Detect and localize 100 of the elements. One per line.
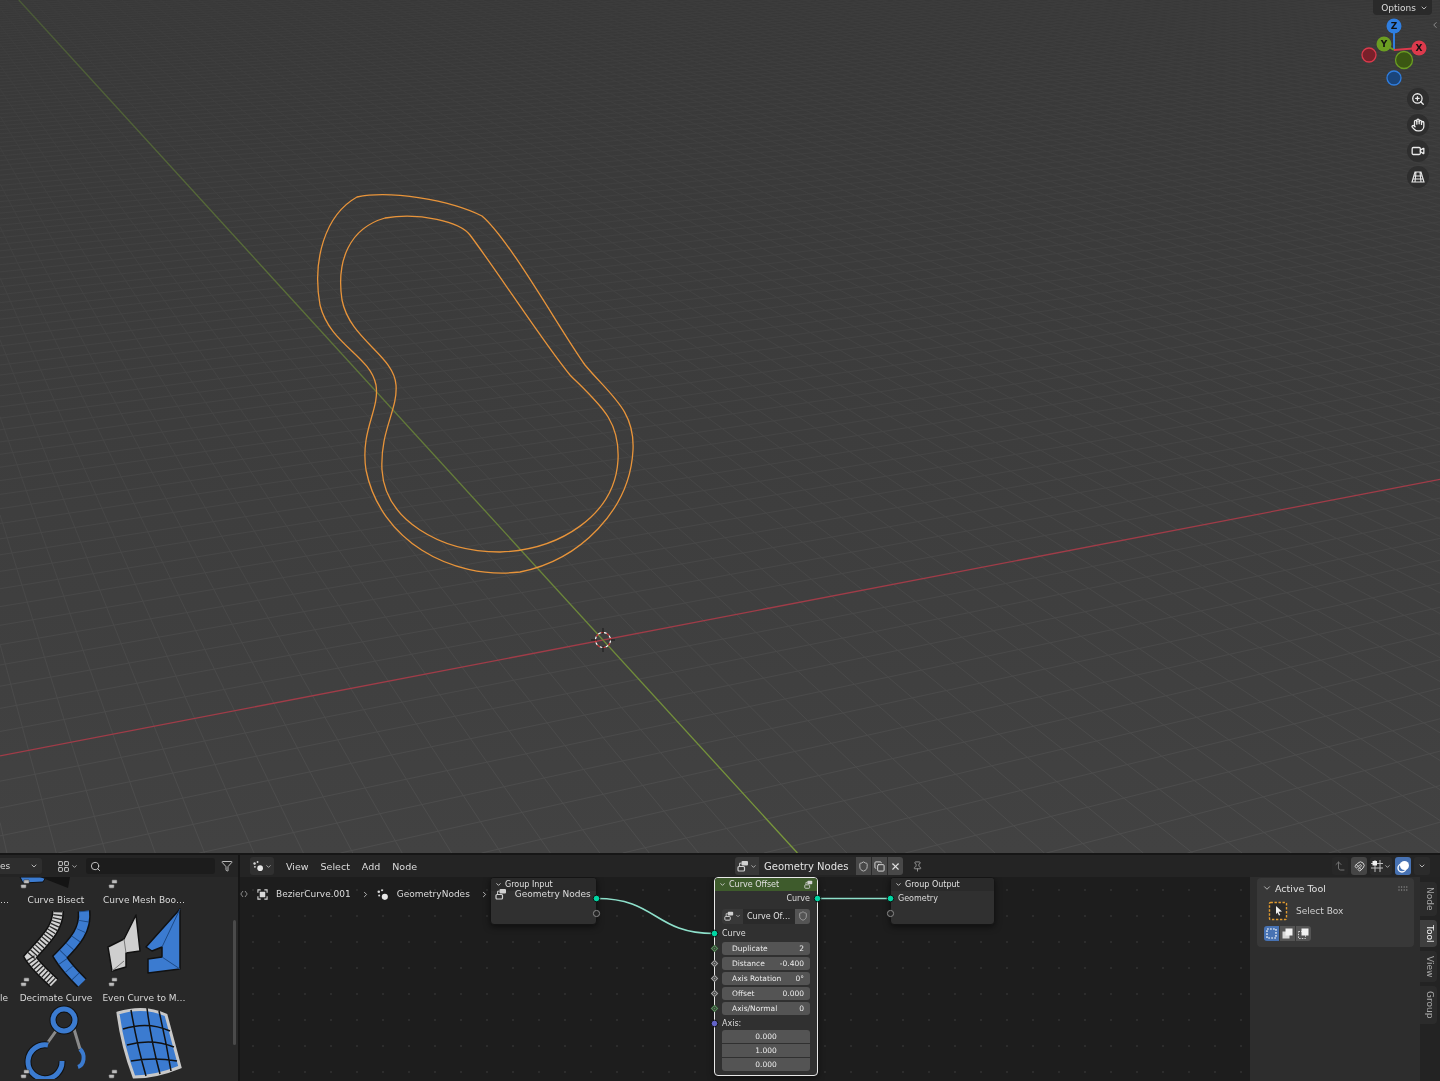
node-dots-icon (252, 860, 264, 872)
grid-snap-icon (1371, 860, 1383, 872)
node-tree-name-field[interactable]: Geometry Nodes (759, 857, 855, 875)
menu-item[interactable]: Node (386, 858, 424, 874)
dashed-square-icon (1266, 928, 1277, 939)
editor-type-dropdown[interactable] (250, 857, 274, 875)
panel-header[interactable]: Active Tool (1257, 878, 1414, 898)
perspective-button[interactable] (1407, 166, 1429, 188)
chevron-left-icon[interactable] (1430, 20, 1440, 30)
filter-icon (221, 860, 233, 872)
socket-icon[interactable] (710, 959, 719, 968)
negative-axis-handle[interactable] (1361, 47, 1377, 63)
shield-icon (858, 860, 869, 872)
chevron-down-icon[interactable] (495, 881, 502, 888)
axis-handle[interactable]: X (1393, 40, 1427, 56)
menu-item[interactable]: Select (314, 858, 356, 874)
grip-icon[interactable] (1398, 885, 1408, 891)
chevron-down-icon[interactable] (895, 881, 902, 888)
datablock-name-field[interactable]: Curve Of… (743, 908, 795, 924)
snap-toggle[interactable] (1351, 857, 1367, 875)
caret-icon (30, 862, 38, 870)
sidebar-tab[interactable]: Group (1420, 986, 1437, 1024)
linked-boxes-icon (724, 911, 734, 921)
axis-handle[interactable]: Y (1376, 36, 1395, 52)
copy-icon (874, 860, 885, 872)
angle-brackets-icon[interactable] (240, 890, 248, 898)
linked-boxes-icon (108, 977, 118, 987)
node-header[interactable]: Group Output (891, 878, 994, 891)
socket-label: Geometry (898, 894, 938, 903)
linked-boxes-icon (20, 879, 30, 889)
hand-icon (1411, 118, 1425, 132)
zoom-button[interactable] (1407, 88, 1429, 110)
menu-item[interactable]: View (280, 858, 315, 874)
breadcrumb-link[interactable]: Geometry Nodes (494, 888, 591, 900)
pin-icon (911, 860, 923, 872)
search-icon (90, 860, 101, 872)
overlays-toggle[interactable] (1395, 857, 1411, 875)
selection-mode-button[interactable] (1296, 926, 1311, 941)
grid-icon (57, 859, 70, 873)
filter-button[interactable] (221, 860, 233, 872)
asset-name: Curve Bisect (27, 894, 85, 907)
linked-boxes-icon (108, 879, 118, 889)
socket-icon[interactable] (710, 989, 719, 998)
linked-boxes-icon (804, 880, 813, 889)
cut-squares-icon (1298, 928, 1309, 939)
search-field[interactable] (86, 858, 215, 874)
crosshair-ring-icon[interactable] (590, 627, 616, 653)
viewport[interactable]: Options Z Y X (0, 0, 1440, 853)
select-box-icon[interactable] (1268, 901, 1288, 921)
curve-outline[interactable] (340, 215, 619, 553)
asset-name: … (0, 894, 9, 907)
socket-icon[interactable] (813, 894, 822, 903)
sidebar-tab[interactable]: Tool (1420, 919, 1437, 947)
duplicate-button[interactable] (871, 857, 887, 875)
socket-icon[interactable] (710, 944, 719, 953)
caret-icon (1384, 862, 1391, 870)
breadcrumb-link[interactable]: GeometryNodes (375, 887, 470, 901)
pan-button[interactable] (1407, 114, 1429, 136)
overlapping-squares-icon (1282, 928, 1293, 939)
negative-axis-handle[interactable] (1394, 50, 1414, 70)
node-header[interactable]: Curve Offset (715, 878, 817, 891)
tool-name: Select Box (1296, 906, 1344, 916)
node-card[interactable]: Group Output Geometry (890, 877, 995, 925)
selection-mode-button[interactable] (1264, 926, 1279, 941)
sidebar-tab[interactable]: View (1420, 951, 1437, 983)
fake-user-toggle[interactable] (795, 908, 810, 924)
socket-icon[interactable] (710, 1004, 719, 1013)
scrollbar[interactable] (233, 920, 236, 1045)
chevron-down-icon[interactable] (719, 881, 726, 888)
options-dropdown[interactable]: Options (1373, 0, 1432, 15)
arrow-up-icon (1334, 860, 1346, 872)
node-header[interactable]: Group Input (491, 878, 596, 891)
browse-tree-dropdown[interactable] (735, 857, 759, 875)
snap-mode-dropdown[interactable] (1370, 857, 1392, 875)
caret-icon (750, 862, 757, 870)
asset-name: Decimate Curve (19, 992, 93, 1005)
library-dropdown[interactable]: es (0, 858, 42, 874)
curve-outline[interactable] (317, 194, 634, 574)
linked-boxes-icon (20, 977, 30, 987)
unlink-button[interactable] (887, 857, 903, 875)
sidebar-tab[interactable]: Node (1420, 882, 1437, 916)
browse-datablock-dropdown[interactable] (722, 908, 743, 924)
selection-mode-button[interactable] (1280, 926, 1295, 941)
linked-boxes-icon (494, 888, 507, 900)
display-mode-dropdown[interactable] (57, 858, 79, 874)
object-frame-icon (257, 888, 268, 900)
perspective-grid-icon (1411, 170, 1425, 184)
menu-item[interactable]: Add (355, 858, 387, 874)
socket-icon[interactable] (710, 929, 719, 938)
node-title: Group Output (905, 880, 960, 889)
close-icon (890, 860, 901, 872)
negative-axis-handle[interactable] (1386, 70, 1402, 86)
socket-icon[interactable] (710, 1018, 719, 1028)
socket-icon[interactable] (710, 974, 719, 983)
breadcrumb-link[interactable]: BezierCurve.001 (257, 888, 351, 900)
camera-button[interactable] (1407, 140, 1429, 162)
caret-icon (735, 913, 741, 919)
node-title: Curve Offset (729, 880, 780, 889)
fake-user-toggle[interactable] (855, 857, 871, 875)
node-canvas[interactable] (240, 877, 1250, 1081)
